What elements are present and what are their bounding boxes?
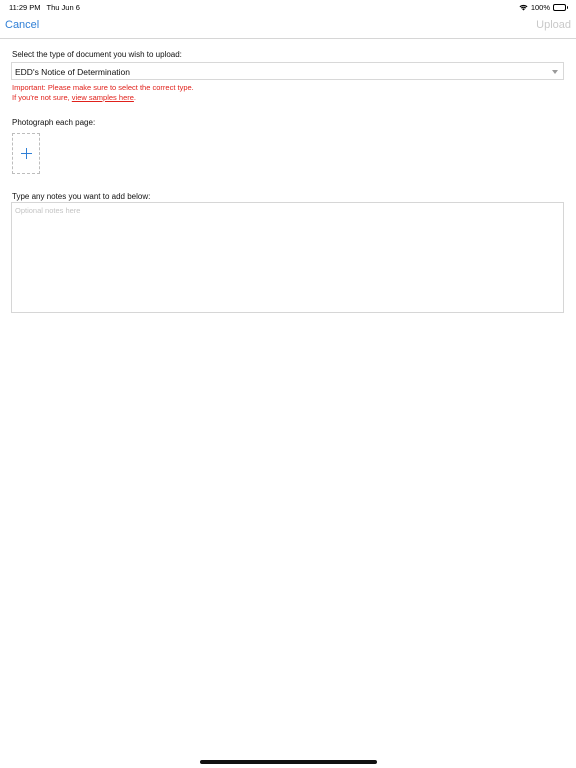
notes-field[interactable] [11,202,564,313]
warning-help-suffix: . [133,93,136,102]
status-bar: 11:29 PM Thu Jun 6 100% [0,0,576,14]
battery-icon [553,4,568,11]
warning-message: Important: Please make sure to select th… [12,83,194,92]
warning-help-prefix: If you're not sure, [12,93,72,102]
status-time: 11:29 PM [9,3,41,12]
cancel-button[interactable]: Cancel [5,19,39,31]
plus-icon [21,148,32,159]
notes-label: Type any notes you want to add below: [12,192,151,201]
status-date: Thu Jun 6 [46,3,80,12]
photo-label: Photograph each page: [12,118,96,127]
chevron-down-icon [552,70,558,74]
add-photo-button[interactable] [12,133,40,174]
doc-type-label: Select the type of document you wish to … [12,50,182,59]
home-indicator[interactable] [200,760,377,764]
wifi-icon [519,4,528,11]
doc-type-selected-value: EDD's Notice of Determination [15,67,130,77]
navigation-bar: Cancel Upload [0,14,576,39]
doc-type-select[interactable]: EDD's Notice of Determination [11,62,564,80]
warning-help-line: If you're not sure, view samples here. [12,93,136,102]
status-right: 100% [519,3,568,12]
view-samples-link[interactable]: view samples here [72,93,134,102]
upload-button[interactable]: Upload [536,19,571,31]
status-left: 11:29 PM Thu Jun 6 [9,3,80,12]
upload-document-screen: 11:29 PM Thu Jun 6 100% Cancel Upload Se… [0,0,576,768]
battery-percent: 100% [530,3,550,12]
